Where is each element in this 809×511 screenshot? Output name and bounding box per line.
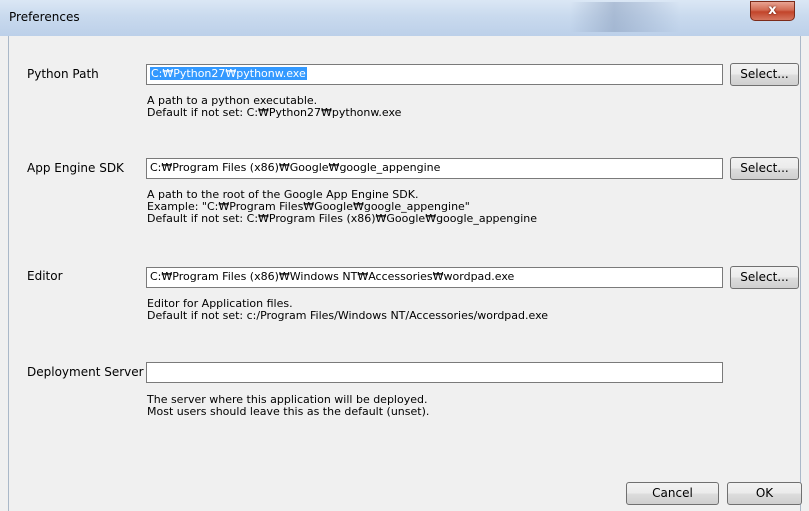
app-engine-sdk-label: App Engine SDK [27, 161, 124, 175]
title-bar: Preferences x [0, 0, 809, 36]
deployment-server-input[interactable] [146, 362, 723, 383]
editor-label: Editor [27, 269, 63, 283]
app-engine-sdk-input[interactable]: C:₩Program Files (x86)₩Google₩google_app… [146, 158, 723, 179]
window-title: Preferences [9, 10, 80, 24]
deployment-server-help: The server where this application will b… [147, 394, 429, 418]
editor-select-button[interactable]: Select... [730, 266, 799, 289]
python-path-input[interactable]: C:₩Python27₩pythonw.exe [146, 64, 723, 85]
ok-button[interactable]: OK [727, 482, 802, 505]
editor-input[interactable]: C:₩Program Files (x86)₩Windows NT₩Access… [146, 267, 723, 288]
python-path-select-button[interactable]: Select... [730, 63, 799, 86]
help-line: Default if not set: C:₩Python27₩pythonw.… [147, 106, 402, 119]
app-engine-sdk-select-button[interactable]: Select... [730, 157, 799, 180]
app-engine-sdk-help: A path to the root of the Google App Eng… [147, 189, 537, 225]
editor-help: Editor for Application files. Default if… [147, 298, 548, 322]
deployment-server-label: Deployment Server [27, 365, 144, 379]
help-line: Default if not set: C:₩Program Files (x8… [147, 212, 538, 225]
title-bar-glare [570, 2, 680, 32]
cancel-button[interactable]: Cancel [626, 482, 719, 505]
help-line: Default if not set: c:/Program Files/Win… [147, 309, 549, 322]
help-line: Most users should leave this as the defa… [147, 405, 430, 418]
close-icon: x [768, 3, 777, 18]
close-button[interactable]: x [750, 1, 795, 21]
python-path-value: C:₩Python27₩pythonw.exe [150, 67, 307, 80]
python-path-help: A path to a python executable. Default i… [147, 95, 401, 119]
python-path-label: Python Path [27, 67, 99, 81]
